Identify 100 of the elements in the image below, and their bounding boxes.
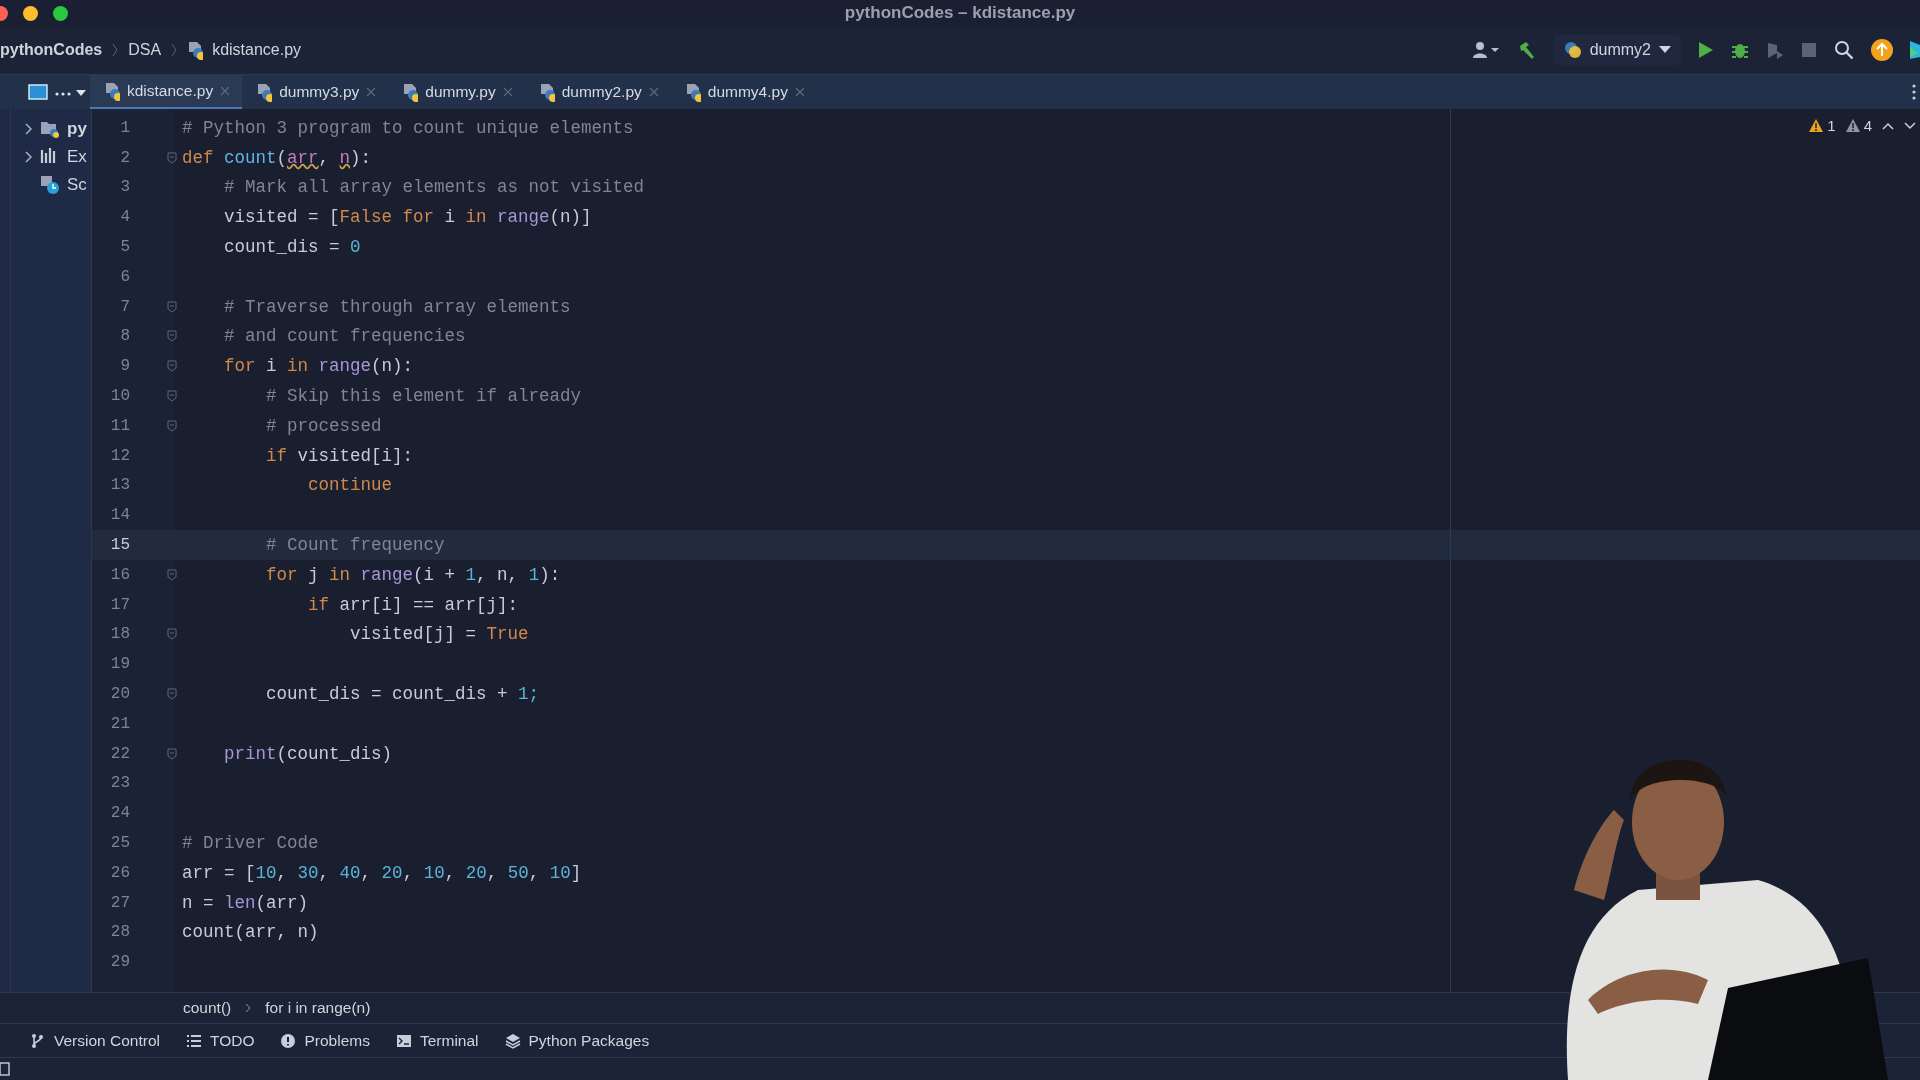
file-tab[interactable]: kdistance.py: [90, 75, 243, 109]
line-number: 2: [119, 148, 130, 167]
breadcrumb-item[interactable]: pythonCodes: [0, 41, 103, 59]
bug-icon[interactable]: [1731, 41, 1749, 59]
file-tab[interactable]: dummy3.py: [242, 75, 389, 109]
line-number: 23: [109, 774, 130, 793]
file-tab[interactable]: dummy.py: [388, 75, 525, 109]
window-control-button[interactable]: [53, 5, 68, 21]
list-icon: [186, 1032, 202, 1049]
line-number: 1: [119, 118, 130, 137]
breadcrumb-item[interactable]: for i in range(n): [265, 999, 371, 1017]
fold-icon[interactable]: [167, 747, 177, 760]
fold-icon[interactable]: [167, 360, 177, 373]
line-number: 6: [119, 267, 130, 286]
panel-icon[interactable]: [0, 1062, 10, 1076]
code-line: # Driver Code: [182, 833, 319, 853]
code-line: # Traverse through array elements: [223, 296, 571, 317]
file-tab[interactable]: dummy2.py: [524, 75, 671, 109]
code-line: # Count frequency: [265, 535, 445, 556]
fold-icon[interactable]: [167, 688, 177, 701]
line-number: 13: [109, 476, 130, 495]
code-line: print(count_dis): [223, 743, 393, 764]
code-line: count_dis = count_dis + 1;: [265, 684, 540, 705]
line-number: 24: [109, 804, 130, 823]
python-file-icon: [187, 40, 204, 60]
chevron-down-icon[interactable]: [1904, 121, 1916, 130]
code-line: if visited[i]:: [265, 445, 414, 466]
search-icon[interactable]: [1834, 40, 1854, 60]
chevron-right-icon[interactable]: [23, 150, 33, 164]
tool-window-button[interactable]: Terminal: [395, 1031, 479, 1050]
coverage-icon[interactable]: [1766, 41, 1784, 59]
chevron-right-icon: [170, 42, 179, 58]
line-number: 18: [109, 625, 130, 644]
code-line: # Skip this element if already: [265, 386, 582, 407]
chevron-right-icon[interactable]: [23, 122, 33, 136]
chevron-right-icon: [111, 42, 120, 58]
breadcrumb-item[interactable]: DSA: [128, 41, 162, 59]
tree-item[interactable]: Ex: [67, 147, 87, 167]
tree-item[interactable]: Sc: [67, 175, 87, 195]
breadcrumb-item[interactable]: count(): [183, 999, 232, 1017]
line-number: 26: [109, 863, 130, 882]
caret-down-icon: [1659, 46, 1671, 54]
line-number: 9: [119, 357, 130, 376]
code-line: count(arr, n): [182, 922, 319, 943]
python-file-icon: [256, 82, 273, 102]
python-file-icon: [104, 81, 120, 101]
line-number: 11: [109, 416, 130, 435]
line-number: 16: [109, 565, 130, 584]
problems-icon: [280, 1032, 297, 1049]
stop-icon[interactable]: [1801, 42, 1817, 58]
window-icon: [28, 84, 48, 100]
line-number: 12: [109, 446, 130, 465]
line-number: 27: [109, 893, 130, 912]
line-number: 20: [109, 685, 130, 704]
fold-icon[interactable]: [167, 568, 177, 581]
user-icon[interactable]: [1471, 41, 1500, 59]
layers-icon: [504, 1032, 521, 1049]
error-count[interactable]: 1: [1809, 117, 1836, 134]
fold-icon[interactable]: [167, 330, 177, 343]
file-tab[interactable]: dummy4.py: [670, 75, 817, 109]
line-number: 19: [109, 655, 130, 674]
chevron-right-icon: [245, 1003, 252, 1013]
tool-window-button[interactable]: Problems: [280, 1031, 370, 1050]
tool-window-button[interactable]: Version Control: [30, 1031, 160, 1050]
code-line: def count(arr, n):: [182, 147, 372, 168]
breadcrumb-item[interactable]: kdistance.py: [212, 41, 302, 59]
run-configuration-dropdown[interactable]: dummy2: [1553, 35, 1681, 65]
fold-icon[interactable]: [167, 390, 177, 403]
tool-window-button[interactable]: Python Packages: [504, 1031, 650, 1050]
options-icon[interactable]: [1912, 84, 1916, 100]
code-line: if arr[i] == arr[j]:: [307, 594, 519, 615]
tree-item[interactable]: py: [67, 119, 87, 139]
update-icon[interactable]: [1871, 39, 1893, 61]
line-number: 4: [119, 208, 130, 227]
line-number: 22: [109, 744, 130, 763]
python-file-icon: [402, 82, 419, 102]
warning-icon: [1845, 119, 1860, 132]
run-icon[interactable]: [1698, 41, 1714, 59]
code-line: n = len(arr): [182, 892, 309, 913]
python-file-icon: [684, 82, 701, 102]
code-line: count_dis = 0: [223, 237, 361, 258]
window-title: pythonCodes – kdistance.py: [844, 3, 1076, 23]
code-line: visited[j] = True: [349, 624, 529, 645]
line-number: 8: [119, 327, 130, 346]
line-number: 14: [109, 506, 130, 525]
fold-icon[interactable]: [167, 628, 177, 641]
warning-icon: [1809, 119, 1824, 132]
plugin-icon[interactable]: [1910, 39, 1920, 61]
window-control-button[interactable]: [23, 5, 38, 21]
tool-window-button[interactable]: TODO: [186, 1031, 255, 1050]
chevron-up-icon[interactable]: [1882, 121, 1894, 130]
fold-icon[interactable]: [167, 151, 177, 164]
scratch-icon: [40, 175, 60, 195]
fold-icon[interactable]: [167, 300, 177, 313]
line-number: 10: [109, 387, 130, 406]
python-file-icon: [538, 82, 555, 102]
line-number: 21: [109, 714, 130, 733]
fold-icon[interactable]: [167, 419, 177, 432]
line-number: 29: [109, 953, 130, 972]
warning-count[interactable]: 4: [1845, 117, 1872, 134]
